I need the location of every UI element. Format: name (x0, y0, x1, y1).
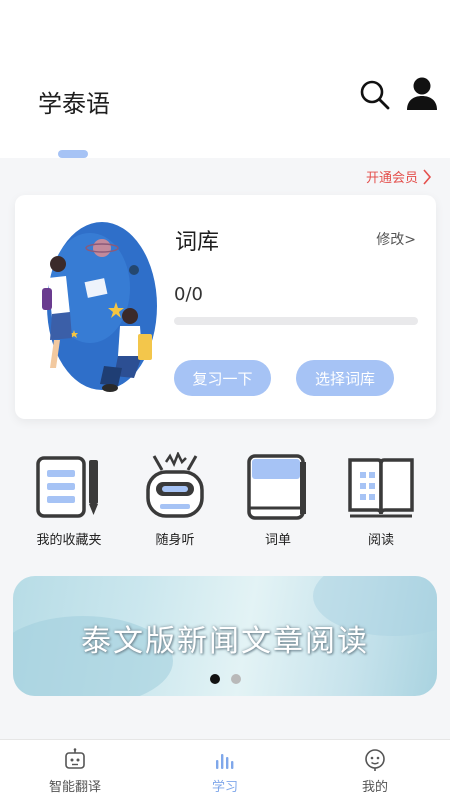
nav-label: 学习 (211, 780, 238, 795)
face-icon (365, 749, 385, 771)
robot-icon (146, 452, 204, 518)
feature-label: 我的收藏夹 (36, 533, 102, 548)
feature-favorites[interactable]: 我的收藏夹 (19, 452, 119, 552)
carousel-dot[interactable] (209, 674, 220, 684)
carousel-dots (0, 674, 450, 684)
book-icon (247, 454, 306, 520)
feature-row: 我的收藏夹 随身听 词单 阅读 (0, 452, 450, 552)
nav-profile[interactable]: 我的 (320, 748, 430, 795)
review-button[interactable]: 复习一下 (174, 360, 271, 396)
feature-label: 阅读 (367, 533, 394, 548)
nav-translate[interactable]: 智能翻译 (20, 748, 130, 795)
chevron-right-icon (423, 168, 432, 185)
feature-reading[interactable]: 阅读 (331, 452, 431, 552)
feature-wordlist[interactable]: 词单 (228, 452, 328, 552)
notebook-pen-icon (36, 456, 98, 518)
nav-label: 我的 (361, 780, 388, 795)
page-title: 学泰语 (38, 90, 110, 118)
tab-indicator (58, 150, 88, 158)
carousel-dot[interactable] (230, 674, 241, 684)
bars-icon (216, 754, 234, 769)
nav-label: 智能翻译 (48, 780, 101, 795)
progress-bar (174, 317, 418, 325)
search-icon[interactable] (358, 78, 392, 112)
open-book-icon (348, 458, 414, 518)
nav-study[interactable]: 学习 (170, 748, 280, 795)
edit-link[interactable]: 修改> (376, 229, 416, 249)
robot-head-icon (65, 748, 85, 769)
bottom-nav: 智能翻译 学习 我的 (0, 739, 450, 801)
students-illustration (42, 222, 157, 392)
feature-label: 词单 (264, 533, 291, 548)
select-vocab-button[interactable]: 选择词库 (296, 360, 394, 396)
user-icon[interactable] (404, 76, 440, 112)
progress-count: 0/0 (174, 284, 203, 305)
feature-label: 随身听 (155, 533, 195, 548)
vip-label: 开通会员 (365, 171, 418, 186)
feature-listen[interactable]: 随身听 (125, 452, 225, 552)
top-header: 学泰语 (0, 0, 450, 158)
vocab-title: 词库 (175, 230, 220, 255)
vip-link[interactable]: 开通会员 (366, 167, 432, 186)
banner-text: 泰文版新闻文章阅读 (81, 624, 369, 659)
